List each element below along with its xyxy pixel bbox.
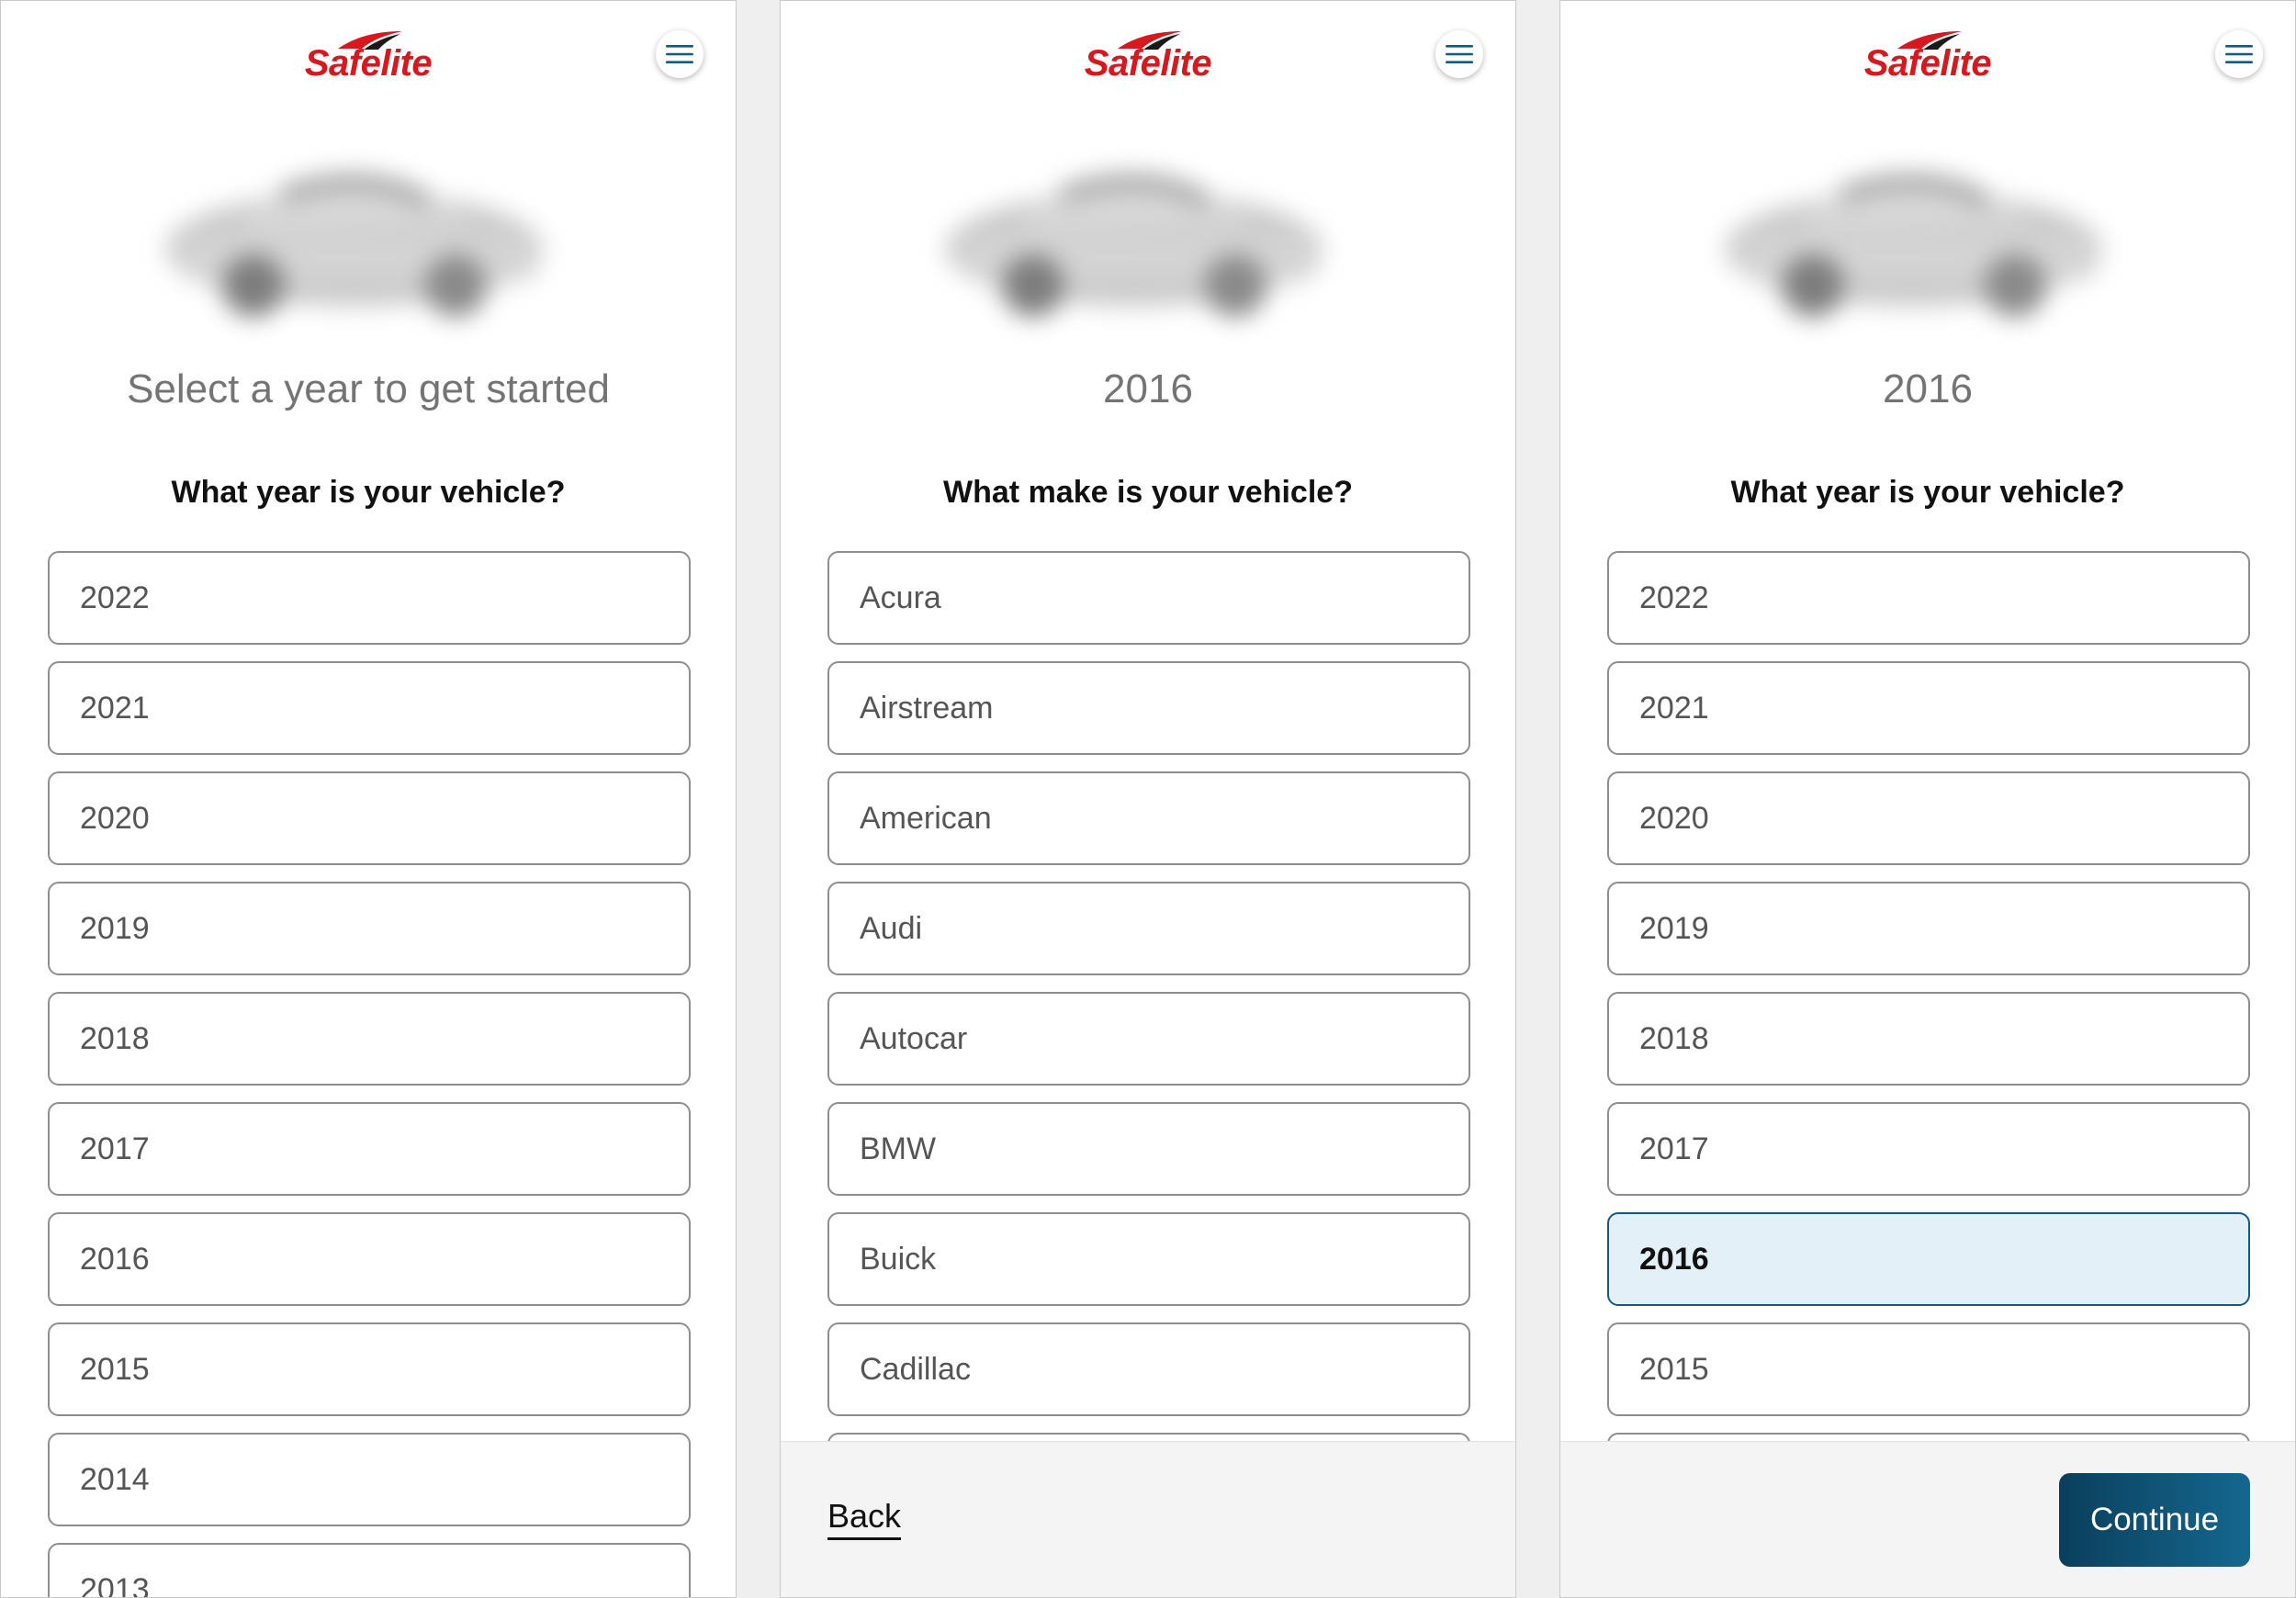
menu-button[interactable]	[2215, 30, 2263, 78]
screen-year-select: Safelite Select a year to get started Wh…	[0, 0, 737, 1598]
hamburger-menu-icon	[1446, 45, 1473, 63]
vehicle-image	[946, 174, 1322, 317]
year-option[interactable]: 2019	[1607, 882, 2250, 975]
year-option[interactable]: 2022	[1607, 551, 2250, 645]
make-option[interactable]: Cadillac	[827, 1322, 1470, 1416]
question-label: What year is your vehicle?	[171, 475, 566, 510]
make-option[interactable]: Autocar	[827, 992, 1470, 1086]
footer-bar: Continue	[1560, 1441, 2295, 1597]
vehicle-image	[1726, 174, 2102, 317]
back-link[interactable]: Back	[827, 1497, 902, 1540]
make-option[interactable]: Acura	[827, 551, 1470, 645]
year-options-list: 2022 2021 2020 2019 2018 2017 2016 2015	[1607, 551, 2250, 1543]
logo-text: Safelite	[304, 43, 433, 84]
logo-text: Safelite	[1084, 43, 1212, 84]
year-option[interactable]: 2022	[48, 551, 691, 645]
vehicle-image	[166, 174, 543, 317]
screen-make-select: Safelite 2016 What make is your vehicle?…	[780, 0, 1516, 1598]
year-option[interactable]: 2020	[1607, 771, 2250, 865]
selected-year-heading: 2016	[1883, 366, 1973, 411]
menu-button[interactable]	[1435, 30, 1483, 78]
hamburger-menu-icon	[666, 45, 693, 63]
safelite-logo[interactable]: Safelite	[1842, 28, 2008, 84]
question-label: What make is your vehicle?	[943, 475, 1353, 510]
safelite-logo[interactable]: Safelite	[1063, 28, 1228, 84]
year-option[interactable]: 2014	[48, 1433, 691, 1526]
year-option[interactable]: 2021	[48, 661, 691, 755]
make-option[interactable]: Audi	[827, 882, 1470, 975]
year-option[interactable]: 2021	[1607, 661, 2250, 755]
year-option[interactable]: 2015	[1607, 1322, 2250, 1416]
make-options-list: Acura Airstream American Audi Autocar BM…	[827, 551, 1470, 1543]
year-option-selected[interactable]: 2016	[1607, 1212, 2250, 1306]
year-option[interactable]: 2019	[48, 882, 691, 975]
make-option[interactable]: American	[827, 771, 1470, 865]
year-option[interactable]: 2020	[48, 771, 691, 865]
hamburger-menu-icon	[2225, 45, 2253, 63]
menu-button[interactable]	[656, 30, 703, 78]
footer-bar: Back	[781, 1441, 1515, 1597]
year-option[interactable]: 2018	[48, 992, 691, 1086]
selected-year-heading: 2016	[1103, 366, 1193, 411]
year-option[interactable]: 2013	[48, 1543, 691, 1597]
logo-text: Safelite	[1863, 43, 1992, 84]
year-option[interactable]: 2018	[1607, 992, 2250, 1086]
question-label: What year is your vehicle?	[1730, 475, 2125, 510]
page-heading: Select a year to get started	[127, 366, 610, 411]
year-option[interactable]: 2015	[48, 1322, 691, 1416]
make-option[interactable]: BMW	[827, 1102, 1470, 1196]
year-option[interactable]: 2017	[48, 1102, 691, 1196]
make-option[interactable]: Airstream	[827, 661, 1470, 755]
screen-year-selected: Safelite 2016 What year is your vehicle?…	[1559, 0, 2296, 1598]
continue-button[interactable]: Continue	[2059, 1473, 2250, 1567]
safelite-logo[interactable]: Safelite	[283, 28, 448, 84]
year-option[interactable]: 2016	[48, 1212, 691, 1306]
year-options-list: 2022 2021 2020 2019 2018 2017 2016 2015 …	[48, 551, 691, 1597]
make-option[interactable]: Buick	[827, 1212, 1470, 1306]
year-option[interactable]: 2017	[1607, 1102, 2250, 1196]
